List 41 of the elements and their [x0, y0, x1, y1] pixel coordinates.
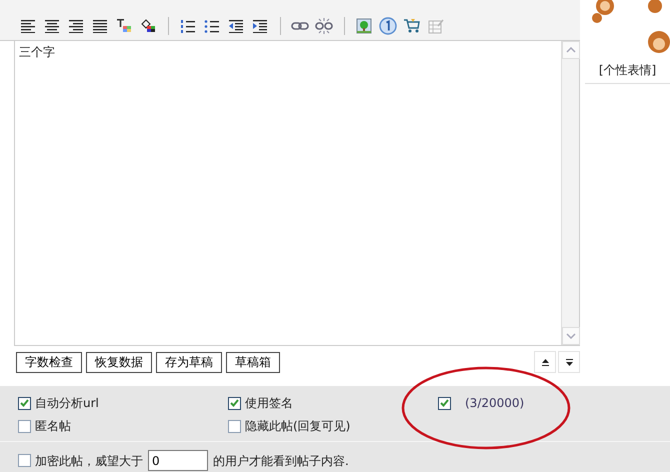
arrow-down-icon — [566, 358, 572, 366]
editor-action-button[interactable]: 恢复数据 — [86, 352, 152, 372]
emoticon-caption[interactable]: [个性表情] — [598, 61, 656, 79]
scrollbar[interactable] — [561, 41, 579, 345]
encrypt-suffix-label: 的用户才能看到帖子内容. — [213, 452, 349, 470]
checkbox[interactable] — [18, 420, 31, 432]
checkbox[interactable] — [228, 420, 241, 432]
option-label: 匿名帖 — [35, 418, 71, 435]
align-left-icon[interactable] — [20, 19, 36, 33]
editor-action-button[interactable]: 存为草稿 — [156, 352, 222, 372]
scroll-down-icon — [566, 333, 576, 339]
bullet-list-icon[interactable] — [204, 19, 220, 33]
tree-picture-icon[interactable] — [356, 18, 372, 34]
broken-link-icon[interactable] — [315, 17, 333, 35]
checkbox[interactable] — [438, 396, 451, 410]
prestige-input-field[interactable]: 0 — [148, 450, 208, 471]
option-label: 使用签名 — [245, 395, 293, 412]
text-color-icon[interactable] — [116, 18, 132, 34]
checkbox[interactable] — [228, 396, 241, 410]
shrink-editor-button[interactable] — [534, 351, 556, 373]
expand-editor-button[interactable] — [558, 351, 580, 373]
number-one-icon[interactable] — [379, 17, 397, 35]
align-right-icon[interactable] — [68, 19, 84, 33]
paint-bucket-icon[interactable] — [140, 18, 156, 34]
indent-icon[interactable] — [252, 19, 268, 33]
numbered-list-icon[interactable] — [180, 19, 196, 33]
shopping-cart-icon[interactable] — [403, 18, 421, 34]
encrypt-label: 加密此帖，威望大于 — [35, 452, 143, 470]
align-justify-icon[interactable] — [92, 19, 108, 33]
chain-link-icon[interactable] — [291, 20, 309, 32]
checkbox[interactable] — [18, 396, 31, 410]
outdent-icon[interactable] — [228, 19, 244, 33]
editor-action-button[interactable]: 字数检查 — [16, 352, 82, 372]
character-count: (3/20000) — [465, 395, 524, 412]
editor-action-button[interactable]: 草稿箱 — [226, 352, 280, 372]
align-center-icon[interactable] — [44, 19, 60, 33]
checkbox[interactable] — [18, 454, 31, 467]
scroll-up-icon — [566, 47, 576, 53]
option-label: 自动分析url — [35, 395, 99, 412]
option-label: 隐藏此帖(回复可见) — [245, 418, 350, 435]
arrow-up-icon — [542, 358, 548, 366]
